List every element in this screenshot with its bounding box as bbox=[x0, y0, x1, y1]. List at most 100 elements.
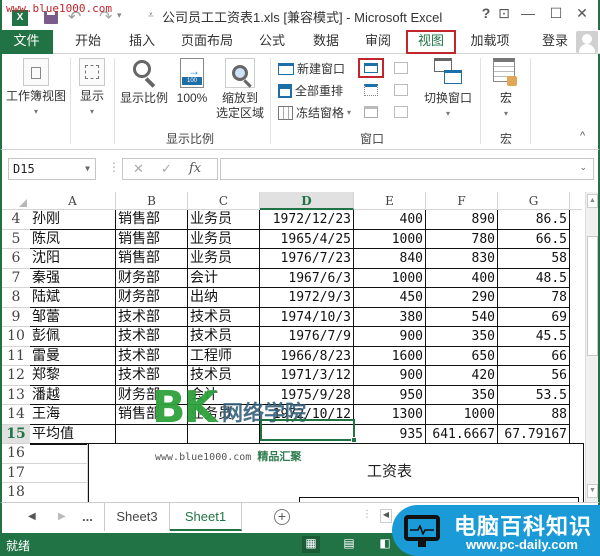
row-header[interactable]: 8 bbox=[2, 288, 30, 308]
cell-f11[interactable]: 650 bbox=[426, 346, 498, 366]
row-header[interactable]: 13 bbox=[2, 385, 30, 405]
new-window-button[interactable]: 新建窗口 bbox=[278, 60, 345, 77]
cell-e12[interactable]: 900 bbox=[354, 366, 426, 386]
chart[interactable]: www.blue1000.com 精品汇聚 工资表 bbox=[88, 443, 584, 502]
cell-a5[interactable]: 陈凤 bbox=[30, 229, 116, 249]
freeze-panes-button[interactable]: 冻结窗格 ▾ bbox=[278, 104, 351, 121]
sign-in-link[interactable]: 登录 bbox=[538, 30, 572, 54]
cell-e15[interactable]: 935 bbox=[354, 424, 426, 444]
zoom-button[interactable]: 显示比例 bbox=[118, 58, 170, 106]
sheet-tab-sheet1[interactable]: Sheet1 bbox=[170, 503, 242, 531]
cell-f14[interactable]: 1000 bbox=[426, 405, 498, 425]
cell-g14[interactable]: 88 bbox=[498, 405, 570, 425]
cell-a9[interactable]: 邹蕾 bbox=[30, 307, 116, 327]
column-header-b[interactable]: B bbox=[116, 192, 188, 210]
cell-g15[interactable]: 67.79167 bbox=[498, 424, 570, 444]
undo-dropdown-icon[interactable]: ▾ bbox=[117, 10, 122, 21]
workbook-views-button[interactable]: 工作簿视图 ▾ bbox=[4, 58, 68, 119]
synchronous-scrolling-icon[interactable] bbox=[394, 84, 408, 96]
tab-view[interactable]: 视图 bbox=[406, 30, 456, 54]
column-header-e[interactable]: E bbox=[354, 192, 426, 210]
cell-f10[interactable]: 350 bbox=[426, 327, 498, 347]
cell-g6[interactable]: 58 bbox=[498, 249, 570, 269]
cell-d11[interactable]: 1966/8/23 bbox=[260, 346, 354, 366]
column-header-d[interactable]: D bbox=[260, 192, 354, 210]
cell-a12[interactable]: 郑黎 bbox=[30, 366, 116, 386]
tab-formulas[interactable]: 公式 bbox=[252, 30, 292, 54]
cell-a7[interactable]: 秦强 bbox=[30, 268, 116, 288]
cell-e5[interactable]: 1000 bbox=[354, 229, 426, 249]
help-button[interactable]: ? bbox=[476, 5, 496, 21]
scroll-up-icon[interactable]: ▲ bbox=[587, 194, 598, 208]
cell-a15[interactable]: 平均值 bbox=[30, 424, 116, 444]
row-header[interactable]: 15 bbox=[2, 424, 30, 444]
scroll-down-icon[interactable]: ▼ bbox=[587, 484, 598, 498]
cell-f13[interactable]: 350 bbox=[426, 385, 498, 405]
select-all-button[interactable] bbox=[2, 192, 30, 210]
tab-review[interactable]: 审阅 bbox=[358, 30, 398, 54]
column-header-f[interactable]: F bbox=[426, 192, 498, 210]
cell-c9[interactable]: 技术员 bbox=[188, 307, 260, 327]
scroll-thumb[interactable] bbox=[587, 236, 598, 356]
minimize-button[interactable]: — bbox=[518, 5, 538, 21]
tab-addins[interactable]: 加载项 bbox=[464, 30, 516, 54]
row-header[interactable]: 5 bbox=[2, 229, 30, 249]
insert-function-icon[interactable]: fx bbox=[189, 161, 201, 176]
cell-d7[interactable]: 1967/6/3 bbox=[260, 268, 354, 288]
prev-sheet-icon[interactable]: ◀ bbox=[28, 511, 36, 522]
macros-button[interactable]: 宏 ▾ bbox=[486, 58, 526, 121]
row-header[interactable]: 18 bbox=[2, 483, 30, 502]
cell-b9[interactable]: 技术部 bbox=[116, 307, 188, 327]
cell-a16[interactable] bbox=[30, 444, 88, 464]
cell-b5[interactable]: 销售部 bbox=[116, 229, 188, 249]
cell-e11[interactable]: 1600 bbox=[354, 346, 426, 366]
switch-windows-button[interactable]: 切换窗口 ▾ bbox=[420, 58, 476, 121]
cell-f9[interactable]: 540 bbox=[426, 307, 498, 327]
row-header[interactable]: 10 bbox=[2, 327, 30, 347]
cell-c6[interactable]: 业务员 bbox=[188, 249, 260, 269]
cell-d9[interactable]: 1974/10/3 bbox=[260, 307, 354, 327]
row-header[interactable]: 12 bbox=[2, 366, 30, 386]
chevron-down-icon[interactable]: ▼ bbox=[85, 159, 90, 179]
row-header[interactable]: 11 bbox=[2, 346, 30, 366]
cell-e14[interactable]: 1300 bbox=[354, 405, 426, 425]
cell-b10[interactable]: 技术部 bbox=[116, 327, 188, 347]
cell-e6[interactable]: 840 bbox=[354, 249, 426, 269]
tab-insert[interactable]: 插入 bbox=[122, 30, 162, 54]
name-box[interactable]: D15 ▼ bbox=[8, 158, 96, 180]
row-header[interactable]: 7 bbox=[2, 268, 30, 288]
cell-a13[interactable]: 潘越 bbox=[30, 385, 116, 405]
page-layout-view-icon[interactable]: ▤ bbox=[340, 536, 358, 553]
cell-d8[interactable]: 1972/9/3 bbox=[260, 288, 354, 308]
next-sheet-icon[interactable]: ▶ bbox=[58, 511, 66, 522]
cell-a4[interactable]: 孙刚 bbox=[30, 210, 116, 230]
fill-handle[interactable] bbox=[351, 437, 357, 443]
add-sheet-button[interactable]: + bbox=[274, 509, 290, 525]
zoom-100-button[interactable]: → 100 100% bbox=[174, 58, 210, 106]
cell-d12[interactable]: 1971/3/12 bbox=[260, 366, 354, 386]
close-button[interactable]: ✕ bbox=[572, 5, 592, 22]
cell-g9[interactable]: 69 bbox=[498, 307, 570, 327]
cell-a14[interactable]: 王海 bbox=[30, 405, 116, 425]
cell-e10[interactable]: 900 bbox=[354, 327, 426, 347]
unhide-window-icon[interactable] bbox=[364, 106, 378, 118]
cell-a8[interactable]: 陆斌 bbox=[30, 288, 116, 308]
cell-e9[interactable]: 380 bbox=[354, 307, 426, 327]
column-header-a[interactable]: A bbox=[30, 192, 116, 210]
cell-d4[interactable]: 1972/12/23 bbox=[260, 210, 354, 230]
tab-split-handle[interactable]: ⋮ bbox=[362, 509, 372, 520]
cell-b8[interactable]: 财务部 bbox=[116, 288, 188, 308]
cell-c7[interactable]: 会计 bbox=[188, 268, 260, 288]
cell-c10[interactable]: 技术员 bbox=[188, 327, 260, 347]
row-header[interactable]: 9 bbox=[2, 307, 30, 327]
cell-b11[interactable]: 技术部 bbox=[116, 346, 188, 366]
customize-toolbar-icon[interactable]: ⩡ bbox=[148, 10, 154, 21]
cell-b6[interactable]: 销售部 bbox=[116, 249, 188, 269]
cell-a6[interactable]: 沈阳 bbox=[30, 249, 116, 269]
cell-g10[interactable]: 45.5 bbox=[498, 327, 570, 347]
formula-input[interactable]: ⌄ bbox=[220, 158, 594, 180]
cell-d6[interactable]: 1976/7/23 bbox=[260, 249, 354, 269]
row-header[interactable]: 16 bbox=[2, 444, 30, 464]
zoom-to-selection-button[interactable]: 缩放到 选定区域 bbox=[214, 58, 266, 121]
cell-c5[interactable]: 业务员 bbox=[188, 229, 260, 249]
